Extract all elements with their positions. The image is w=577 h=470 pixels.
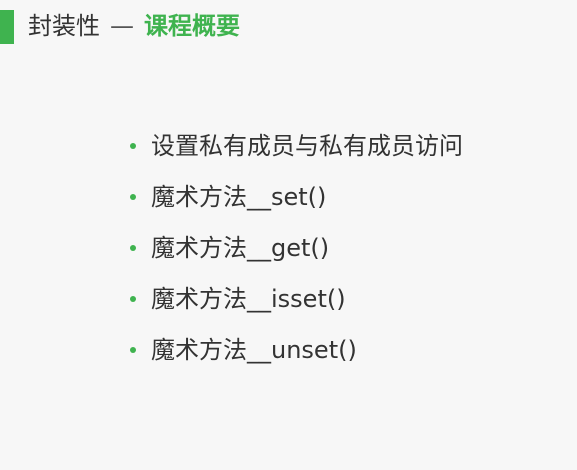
list-item-label: 魔术方法__set(): [151, 182, 327, 211]
list-item: 魔术方法__isset(): [130, 273, 560, 324]
bullet-icon: [130, 346, 136, 353]
page-title: 封装性 — 课程概要: [28, 8, 240, 44]
list-item-label: 魔术方法__unset(): [151, 335, 357, 364]
page-title-subtitle: 课程概要: [144, 12, 240, 40]
page-title-separator: —: [110, 12, 134, 40]
list-item-label: 设置私有成员与私有成员访问: [151, 131, 463, 160]
header-accent-bar: [0, 10, 14, 44]
list-item-label: 魔术方法__get(): [151, 233, 330, 262]
list-item-label: 魔术方法__isset(): [151, 284, 346, 313]
list-item: 魔术方法__set(): [130, 171, 560, 222]
course-summary: 设置私有成员与私有成员访问 魔术方法__set() 魔术方法__get() 魔术…: [130, 120, 560, 375]
bullet-icon: [130, 142, 136, 149]
bullet-icon: [130, 244, 136, 251]
bullet-icon: [130, 193, 136, 200]
bullet-icon: [130, 295, 136, 302]
list-item: 魔术方法__unset(): [130, 324, 560, 375]
page-title-main: 封装性: [28, 12, 100, 40]
list-item: 魔术方法__get(): [130, 222, 560, 273]
bullet-list: 设置私有成员与私有成员访问 魔术方法__set() 魔术方法__get() 魔术…: [130, 120, 560, 375]
list-item: 设置私有成员与私有成员访问: [130, 120, 560, 171]
